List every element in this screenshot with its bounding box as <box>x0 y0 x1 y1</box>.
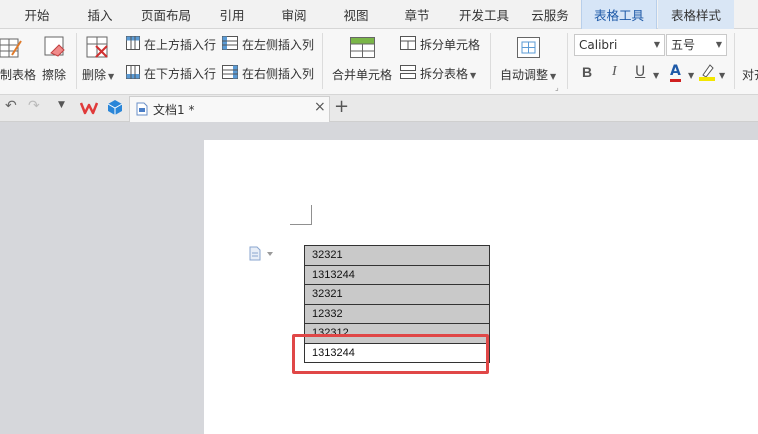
chevron-down-icon: ▼ <box>688 71 695 80</box>
insert-row-above-button[interactable]: 在上方插入行 <box>144 36 216 53</box>
tab-chapter[interactable]: 章节 <box>395 0 439 29</box>
split-cells-icon <box>400 36 416 50</box>
draw-table-button[interactable]: 制表格 <box>0 66 36 83</box>
tab-view[interactable]: 视图 <box>334 0 378 29</box>
ribbon-divider <box>322 33 323 89</box>
tab-home[interactable]: 开始 <box>13 0 61 29</box>
highlight-annotation-box <box>292 334 489 374</box>
font-name-select[interactable]: Calibri ▼ <box>574 34 665 56</box>
document-tab-bar: ↶ ↷ ▼ 文档1 * × + <box>0 95 758 122</box>
highlight-dropdown[interactable]: ▼ <box>717 67 725 81</box>
tab-developer[interactable]: 开发工具 <box>455 0 513 29</box>
chevron-down-icon: ▼ <box>715 40 722 49</box>
font-color-dropdown[interactable]: ▼ <box>686 67 694 81</box>
ribbon: 制表格 擦除 删除▼ 在上方插入行 在下方插入行 在左侧插入列 在右侧插入列 <box>0 29 758 95</box>
delete-label: 删除 <box>82 68 107 82</box>
ribbon-divider <box>567 33 568 89</box>
table-cell[interactable]: 12332 <box>304 303 490 324</box>
auto-fit-button[interactable]: 自动调整 ▼ <box>500 66 556 83</box>
font-name-value: Calibri <box>579 38 618 52</box>
erase-button[interactable]: 擦除 <box>42 66 66 83</box>
new-tab-button[interactable]: + <box>334 96 349 117</box>
split-table-label: 拆分表格 <box>420 67 469 81</box>
split-table-button[interactable]: 拆分表格 ▼ <box>420 65 476 82</box>
split-table-icon <box>400 65 416 79</box>
tab-table-style[interactable]: 表格样式 <box>658 0 734 29</box>
insert-row-below-icon <box>126 65 140 79</box>
align-button[interactable]: 对齐 <box>742 66 758 83</box>
table-row: 1313244 <box>304 264 490 285</box>
chevron-down-icon: ▼ <box>719 71 726 80</box>
table-row: 32321 <box>304 284 490 305</box>
insert-column-right-button[interactable]: 在右侧插入列 <box>242 65 314 82</box>
insert-column-left-icon <box>222 36 238 50</box>
tab-page-layout[interactable]: 页面布局 <box>137 0 195 29</box>
document-icon <box>136 102 148 116</box>
tab-cloud[interactable]: 云服务 <box>524 0 576 29</box>
table-row: 12332 <box>304 303 490 324</box>
quick-access-dropdown-icon[interactable]: ▼ <box>58 100 65 110</box>
bold-button[interactable]: B <box>582 64 592 80</box>
dialog-launcher-icon[interactable]: ⌟ <box>555 83 559 92</box>
italic-button[interactable]: I <box>612 64 617 80</box>
insert-column-right-icon <box>222 65 238 79</box>
menu-bar: 开始 插入 页面布局 引用 审阅 视图 章节 开发工具 云服务 表格工具 表格样… <box>0 0 758 29</box>
font-color-button[interactable]: A <box>670 64 681 82</box>
table-cell[interactable]: 1313244 <box>304 264 490 285</box>
document-tab-title: 文档1 * <box>153 103 195 117</box>
font-size-value: 五号 <box>671 38 696 52</box>
cloud-docs-icon[interactable] <box>107 99 123 116</box>
underline-button[interactable]: U <box>635 64 645 80</box>
insert-row-above-icon <box>126 36 140 50</box>
eraser-icon <box>44 36 65 57</box>
chevron-down-icon: ▼ <box>653 40 660 49</box>
paragraph-layout-icon[interactable] <box>249 246 275 262</box>
redo-icon[interactable]: ↷ <box>28 98 40 114</box>
table-row: 32321 <box>304 245 490 266</box>
margin-corner-mark <box>311 205 312 225</box>
auto-fit-icon <box>517 37 540 58</box>
margin-corner-mark <box>290 224 312 225</box>
ribbon-divider <box>490 33 491 89</box>
merge-cells-button[interactable]: 合并单元格 <box>332 66 392 83</box>
auto-fit-label: 自动调整 <box>500 68 549 82</box>
split-cells-button[interactable]: 拆分单元格 <box>420 36 480 53</box>
draw-table-icon <box>0 38 22 58</box>
tab-references[interactable]: 引用 <box>210 0 254 29</box>
chevron-down-icon: ▼ <box>550 72 557 81</box>
font-size-select[interactable]: 五号 ▼ <box>666 34 727 56</box>
tab-table-tools[interactable]: 表格工具 <box>581 0 657 29</box>
ribbon-divider <box>734 33 735 89</box>
chevron-down-icon: ▼ <box>470 71 477 80</box>
chevron-down-icon: ▼ <box>653 71 660 80</box>
underline-dropdown[interactable]: ▼ <box>651 67 659 81</box>
ribbon-divider <box>76 33 77 89</box>
highlight-icon[interactable] <box>699 63 715 81</box>
delete-button[interactable]: 删除 ▼ <box>82 66 114 83</box>
undo-icon[interactable]: ↶ <box>5 98 17 114</box>
tab-review[interactable]: 审阅 <box>272 0 316 29</box>
delete-table-icon <box>86 36 108 58</box>
wps-logo-icon[interactable] <box>80 101 98 115</box>
merge-cells-icon <box>350 37 375 58</box>
insert-column-left-button[interactable]: 在左侧插入列 <box>242 36 314 53</box>
document-tab[interactable]: 文档1 * × <box>129 96 330 122</box>
tab-insert[interactable]: 插入 <box>76 0 124 29</box>
chevron-down-icon: ▼ <box>108 72 115 81</box>
insert-row-below-button[interactable]: 在下方插入行 <box>144 65 216 82</box>
table-cell[interactable]: 32321 <box>304 245 490 266</box>
close-tab-icon[interactable]: × <box>314 99 326 115</box>
table-cell[interactable]: 32321 <box>304 284 490 305</box>
